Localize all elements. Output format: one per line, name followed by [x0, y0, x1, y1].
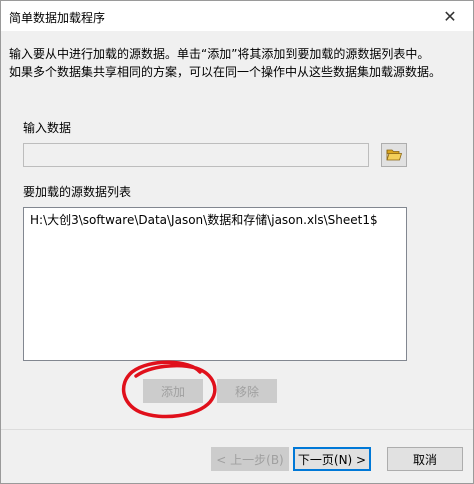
add-button[interactable]: 添加 — [143, 379, 203, 403]
cancel-button[interactable]: 取消 — [387, 447, 463, 471]
next-button[interactable]: 下一页(N) > — [293, 447, 371, 471]
title-bar: 简单数据加载程序 ✕ — [1, 1, 473, 31]
window-title: 简单数据加载程序 — [9, 11, 106, 25]
source-data-list[interactable]: H:\大创3\software\Data\Jason\数据和存储\jason.x… — [23, 207, 407, 361]
dialog-window: 简单数据加载程序 ✕ 输入要从中进行加载的源数据。单击“添加”将其添加到要加载的… — [0, 0, 474, 484]
back-button[interactable]: < 上一步(B) — [211, 447, 289, 471]
footer-separator — [1, 429, 473, 430]
input-data-field[interactable] — [23, 143, 369, 167]
close-icon: ✕ — [443, 6, 457, 26]
browse-button[interactable] — [381, 143, 407, 167]
description-line-2: 如果多个数据集共享相同的方案，可以在同一个操作中从这些数据集加载源数据。 — [9, 65, 442, 79]
source-list-label: 要加载的源数据列表 — [23, 185, 132, 199]
description-text: 输入要从中进行加载的源数据。单击“添加”将其添加到要加载的源数据列表中。 如果多… — [9, 45, 459, 81]
remove-button[interactable]: 移除 — [217, 379, 277, 403]
input-data-label: 输入数据 — [23, 121, 72, 135]
description-line-1: 输入要从中进行加载的源数据。单击“添加”将其添加到要加载的源数据列表中。 — [9, 47, 430, 61]
list-item[interactable]: H:\大创3\software\Data\Jason\数据和存储\jason.x… — [30, 212, 400, 228]
open-folder-icon — [386, 149, 402, 161]
close-button[interactable]: ✕ — [427, 1, 473, 31]
